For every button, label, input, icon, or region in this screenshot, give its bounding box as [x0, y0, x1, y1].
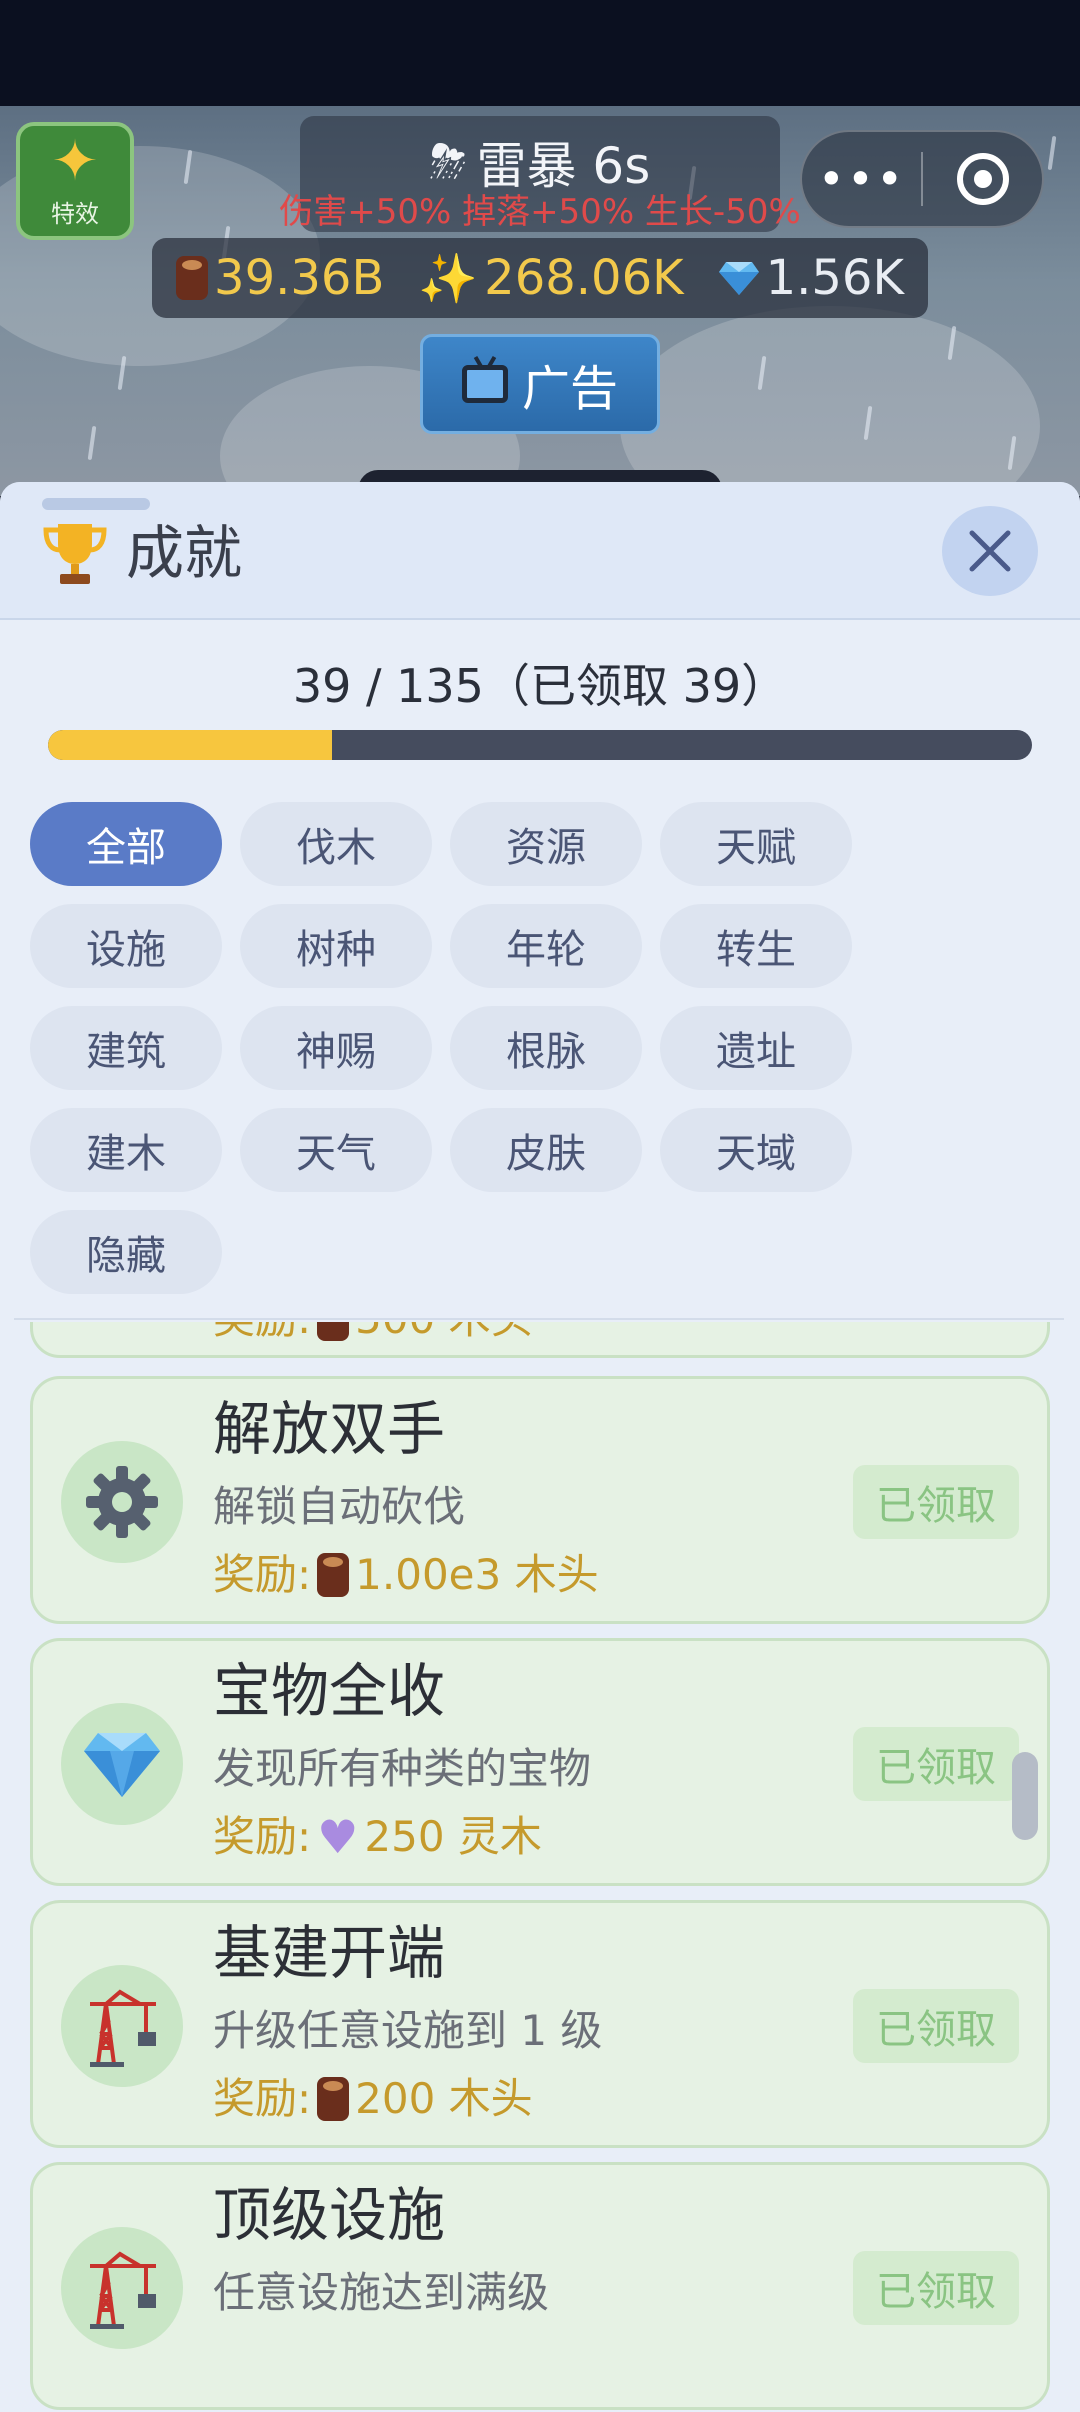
- filter-chip[interactable]: 隐藏: [30, 1210, 222, 1294]
- reward-label: 奖励:: [213, 1550, 312, 1599]
- claimed-badge[interactable]: 已领取: [853, 2251, 1019, 2325]
- reward-text: 1.00e3 木头: [355, 1550, 599, 1599]
- effects-button-label: 特效: [51, 199, 99, 228]
- heart-icon: ♥: [317, 1810, 359, 1864]
- achievement-reward: 奖励: ♥ 250 灵木: [213, 1809, 542, 1865]
- reward-text: 250 灵木: [364, 1812, 542, 1861]
- thunderstorm-icon: ⛈: [429, 134, 467, 188]
- filter-chip[interactable]: 树种: [240, 904, 432, 988]
- ad-button[interactable]: 广告: [420, 334, 660, 434]
- filter-chip[interactable]: 建木: [30, 1108, 222, 1192]
- filter-chip[interactable]: 天气: [240, 1108, 432, 1192]
- claimed-badge[interactable]: 已领取: [853, 1727, 1019, 1801]
- drag-handle[interactable]: [42, 498, 150, 510]
- resource-bar: 39.36B ✨ 268.06K 1.56K: [152, 238, 928, 318]
- reward-label: 奖励:: [213, 2074, 312, 2123]
- filter-chip[interactable]: 神赐: [240, 1006, 432, 1090]
- filter-chips: 全部 伐木 资源 天赋设施 树种 年轮 转生建筑 神赐 根脉 遗址建木 天气 皮肤 天域隐藏: [30, 802, 1050, 1294]
- achievement-desc: 发现所有种类的宝物: [213, 1744, 592, 1793]
- achievement-reward: 奖励: 500 木头: [213, 1322, 533, 1347]
- diamond-icon: [61, 1703, 183, 1825]
- achievement-desc: 升级任意设施到 1 级: [213, 2006, 603, 2055]
- diamond-icon: [718, 262, 759, 295]
- achievements-panel: 成就 39 / 135（已领取 39） 全部 伐木 资源 天赋设施 树种 年轮 转生建筑 神赐…: [0, 482, 1080, 2412]
- sparkle-icon: ✦: [51, 128, 99, 194]
- weather-effects: 伤害+50% 掉落+50% 生长-50%: [279, 192, 801, 232]
- filter-chip[interactable]: 设施: [30, 904, 222, 988]
- claimed-badge[interactable]: 已领取: [853, 1465, 1019, 1539]
- close-icon: [969, 530, 1011, 572]
- achievement-title: 顶级设施: [213, 2181, 446, 2249]
- wood-log-icon: [317, 2077, 350, 2121]
- spark-value: 268.06K: [484, 250, 684, 306]
- gem-resource: 1.56K: [718, 250, 904, 306]
- rain-drop: [1047, 135, 1057, 171]
- filter-chip[interactable]: 资源: [450, 802, 642, 886]
- filter-chip[interactable]: 遗址: [660, 1006, 852, 1090]
- achievement-reward: 奖励: 200 木头: [213, 2071, 533, 2127]
- wood-resource: 39.36B: [176, 250, 384, 306]
- panel-header: 成就: [0, 482, 1080, 620]
- achievement-card: 宝物全收 发现所有种类的宝物 奖励: ♥ 250 灵木 已领取: [30, 1638, 1050, 1886]
- cloud-shape: [620, 306, 1040, 496]
- crane-icon: [61, 2227, 183, 2349]
- achievement-card: 解放双手解锁自动砍伐 奖励: 1.00e3 木头 已领取: [30, 1376, 1050, 1624]
- achievement-reward: 奖励: 1.00e3 木头: [213, 1547, 599, 1603]
- filter-chip[interactable]: 皮肤: [450, 1108, 642, 1192]
- status-strip: [0, 0, 1080, 106]
- achievement-desc: 任意设施达到满级: [213, 2268, 550, 2317]
- achievement-desc: 解锁自动砍伐: [213, 1482, 466, 1531]
- wood-log-icon: [317, 1322, 350, 1341]
- gem-value: 1.56K: [765, 250, 904, 306]
- trophy-icon: [43, 524, 107, 584]
- progress-bar: [48, 730, 1032, 760]
- filter-chip[interactable]: 年轮: [450, 904, 642, 988]
- reward-label: 奖励:: [213, 1812, 312, 1861]
- panel-title: 成就: [126, 519, 243, 587]
- wood-log-icon: [176, 256, 209, 300]
- achievement-title: 解放双手: [213, 1395, 446, 1463]
- rain-drop: [87, 425, 97, 461]
- reward-text: 200 木头: [355, 2074, 533, 2123]
- effects-button[interactable]: ✦ 特效: [16, 122, 134, 240]
- claimed-badge[interactable]: 已领取: [853, 1989, 1019, 2063]
- achievement-card: 基建开端升级任意设施到 1 级奖励: 200 木头 已领取: [30, 1900, 1050, 2148]
- spark-resource: ✨ 268.06K: [418, 250, 683, 307]
- filter-chip[interactable]: 全部: [30, 802, 222, 886]
- sparkle-icon: ✨: [418, 250, 479, 307]
- achievement-list: 奖励: 500 木头 解放双手解锁自动砍伐奖励:1.00e3 木头已领取宝物全收…: [0, 1322, 1080, 2412]
- filter-chip[interactable]: 伐木: [240, 802, 432, 886]
- achievement-title: 宝物全收: [213, 1657, 446, 1725]
- more-options-icon[interactable]: •••: [802, 156, 921, 202]
- crane-icon: [61, 1965, 183, 2087]
- filter-chip[interactable]: 天域: [660, 1108, 852, 1192]
- ad-button-label: 广告: [521, 361, 618, 417]
- scrollbar[interactable]: [1012, 1752, 1038, 1840]
- achievement-title: 基建开端: [213, 1919, 446, 1987]
- achievement-card-partial: 奖励: 500 木头: [30, 1322, 1050, 1358]
- wood-value: 39.36B: [214, 250, 385, 306]
- filter-chip[interactable]: 转生: [660, 904, 852, 988]
- filter-chip[interactable]: 根脉: [450, 1006, 642, 1090]
- close-button[interactable]: [942, 506, 1038, 596]
- reward-label: 奖励:: [213, 1322, 311, 1347]
- reward-text: 500 木头: [355, 1322, 533, 1347]
- target-icon: [956, 153, 1009, 205]
- gear-icon: [61, 1441, 183, 1563]
- progress-bar-fill: [48, 730, 333, 760]
- tv-icon: [461, 365, 508, 403]
- close-miniprogram-button[interactable]: [923, 153, 1042, 205]
- achievement-card: 顶级设施任意设施达到满级 已领取: [30, 2162, 1050, 2410]
- wood-log-icon: [317, 1553, 350, 1597]
- progress-text: 39 / 135（已领取 39）: [292, 659, 788, 713]
- filter-chip[interactable]: 建筑: [30, 1006, 222, 1090]
- filter-chip[interactable]: 天赋: [660, 802, 852, 886]
- section-divider: [14, 1318, 1064, 1320]
- miniprogram-capsule: •••: [800, 130, 1044, 228]
